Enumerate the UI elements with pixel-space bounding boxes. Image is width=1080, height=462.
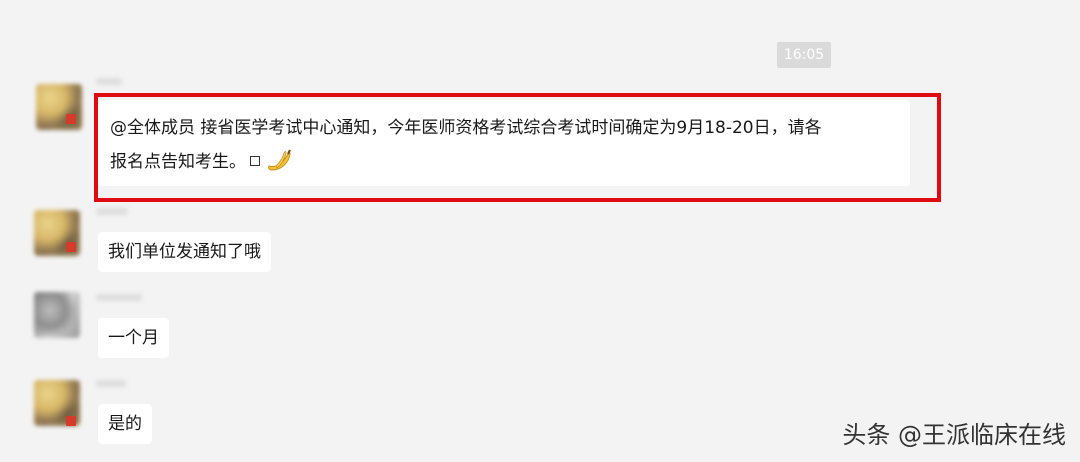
sender-avatar[interactable]: [34, 292, 80, 338]
sender-name: [96, 380, 126, 387]
sender-name: [96, 78, 122, 85]
message-text: 一个月: [108, 328, 159, 348]
avatar-flag-badge: [66, 242, 76, 252]
message-bubble[interactable]: 是的: [98, 404, 152, 444]
message-text: 我们单位发通知了哦: [108, 242, 261, 262]
sender-name: [96, 208, 128, 215]
message-bubble[interactable]: 我们单位发通知了哦: [98, 232, 271, 272]
sender-name: [96, 294, 142, 301]
avatar-flag-badge: [66, 114, 76, 124]
message-bubble[interactable]: 一个月: [98, 318, 169, 358]
chat-timestamp: 16:05: [777, 42, 831, 68]
avatar-flag-badge: [66, 416, 76, 426]
message-text: 是的: [108, 414, 142, 434]
highlight-annotation-box: [94, 93, 941, 202]
watermark: 头条 @王派临床在线: [842, 421, 1066, 449]
